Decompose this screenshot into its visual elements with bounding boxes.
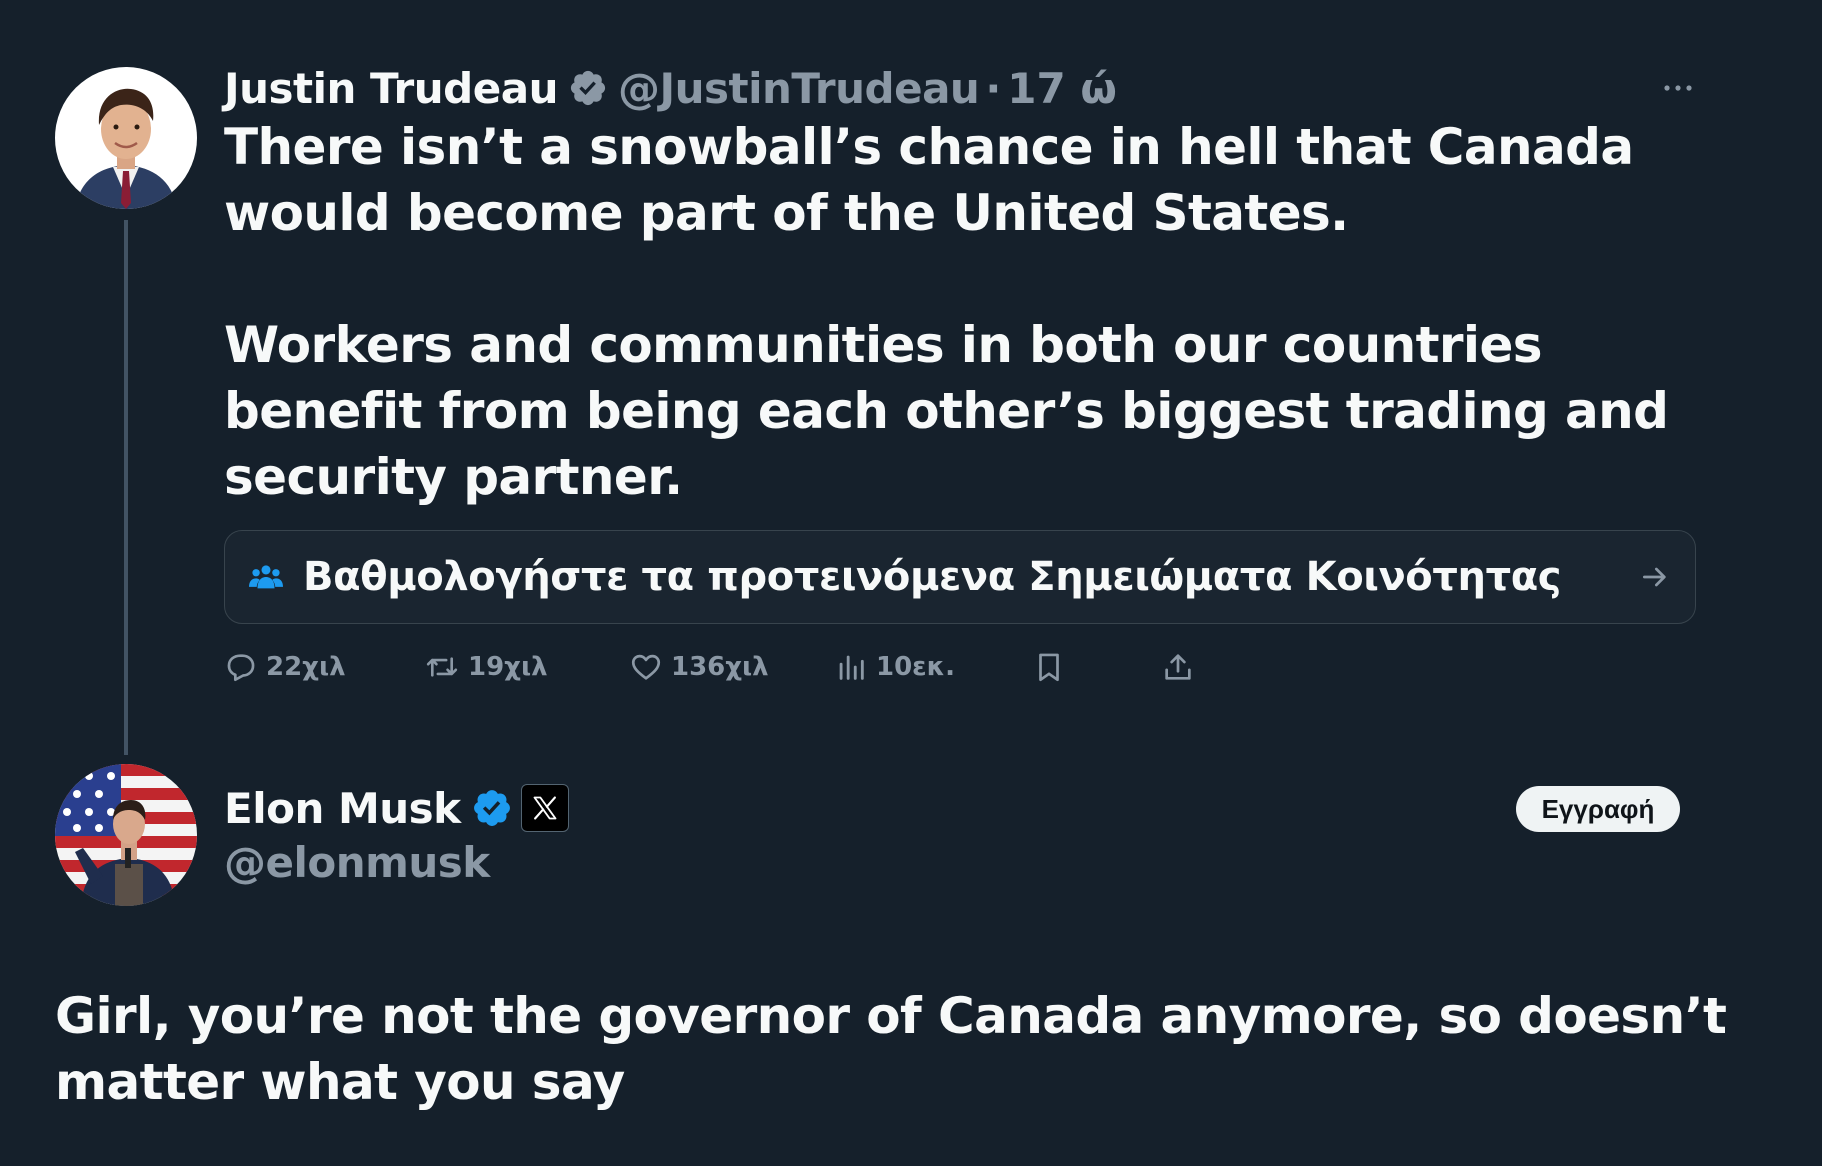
arrow-right-icon: [1639, 561, 1671, 593]
tweet1-paragraph-1: There isn’t a snowball’s chance in hell …: [224, 118, 1634, 242]
separator-dot: ·: [985, 63, 1002, 113]
tweet1-author-name[interactable]: Justin Trudeau: [224, 64, 558, 113]
repost-count: 19χιλ: [468, 652, 548, 682]
views-button[interactable]: 10εκ.: [834, 645, 955, 689]
share-icon: [1165, 654, 1191, 680]
share-button[interactable]: [1161, 645, 1195, 689]
avatar-elon-musk[interactable]: [55, 764, 197, 906]
repost-button[interactable]: 19χιλ: [424, 645, 548, 689]
community-notes-label: Βαθμολογήστε τα προτεινόμενα Σημειώματα …: [303, 554, 1562, 600]
x-logo-icon[interactable]: [520, 784, 569, 832]
tweet2-text: Girl, you’re not the governor of Canada …: [55, 987, 1727, 1111]
bookmark-icon: [1039, 653, 1059, 682]
reply-icon: [227, 654, 255, 682]
tweet1-handle[interactable]: @JustinTrudeau: [618, 64, 980, 113]
like-icon: [631, 654, 661, 680]
tweet1-action-bar: 22χιλ 19χιλ 136χιλ 10εκ.: [224, 645, 1224, 689]
like-count: 136χιλ: [671, 652, 769, 682]
tweet1-paragraph-2: Workers and communities in both our coun…: [224, 316, 1669, 506]
tweet2-author-name[interactable]: Elon Musk: [224, 784, 461, 833]
like-button[interactable]: 136χιλ: [629, 645, 769, 689]
thread-connector-line: [124, 220, 128, 755]
tweet2-handle[interactable]: @elonmusk: [224, 838, 490, 887]
more-options-button[interactable]: [1660, 70, 1696, 106]
repost-icon: [426, 657, 458, 677]
reply-button[interactable]: 22χιλ: [224, 645, 346, 689]
bookmark-button[interactable]: [1032, 645, 1066, 689]
verified-badge-icon: [471, 787, 513, 829]
tweet2-header: Elon Musk: [224, 782, 569, 834]
community-notes-icon: [249, 565, 283, 589]
subscribe-button[interactable]: Εγγραφή: [1516, 786, 1680, 832]
avatar-justin-trudeau[interactable]: [55, 67, 197, 209]
tweet1-text: There isn’t a snowball’s chance in hell …: [224, 114, 1704, 510]
verified-badge-icon: [568, 68, 608, 108]
tweet1-timestamp[interactable]: 17 ώ: [1007, 64, 1117, 113]
community-notes-prompt[interactable]: Βαθμολογήστε τα προτεινόμενα Σημειώματα …: [224, 530, 1696, 624]
more-icon: [1664, 85, 1692, 91]
tweet1-header: Justin Trudeau @JustinTrudeau · 17 ώ: [224, 62, 1117, 114]
reply-count: 22χιλ: [266, 652, 346, 682]
views-icon: [839, 655, 864, 680]
tweet-thread: Justin Trudeau @JustinTrudeau · 17 ώ The…: [0, 0, 1822, 1166]
views-count: 10εκ.: [876, 652, 956, 682]
